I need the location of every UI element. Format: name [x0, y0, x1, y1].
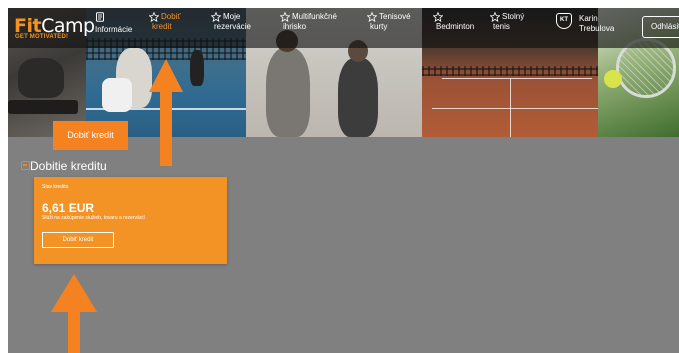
- nav-label-line2: kurty: [370, 22, 388, 31]
- credit-balance-card: Stav kreditu 6,61 EUR Slúži na zakúpenie…: [34, 177, 227, 264]
- nav-item-tenisove-kurty[interactable]: Tenisové kurty: [367, 12, 411, 31]
- hero-top-up-button[interactable]: Dobiť kredit: [53, 121, 128, 150]
- nav-item-moje-rezervacie[interactable]: Moje rezervácie: [211, 12, 251, 31]
- user-avatar-icon[interactable]: KT: [556, 13, 572, 29]
- star-icon: [433, 12, 443, 22]
- user-first-name: Karin: [579, 14, 598, 23]
- logout-button[interactable]: Odhlásiť: [642, 16, 679, 38]
- credit-description: Slúži na zakúpenie služieb, tovaru a rez…: [42, 215, 145, 221]
- star-icon: [280, 12, 290, 22]
- credit-label: Stav kreditu: [42, 184, 69, 190]
- nav-label-line1: Stolný: [502, 12, 525, 21]
- nav-label-line2: tenis: [493, 22, 510, 31]
- nav-label: Informácie: [95, 25, 133, 34]
- credit-amount: 6,61 EUR: [42, 201, 95, 215]
- page-title: Dobitie kreditu: [30, 159, 107, 173]
- nav-item-informacie[interactable]: Informácie: [95, 12, 132, 34]
- annotation-arrow-shaft-bottom: [68, 310, 80, 353]
- wallet-icon: [21, 161, 30, 170]
- annotation-arrow-up-bottom-icon: [51, 274, 97, 312]
- star-icon: [367, 12, 377, 22]
- app-window: FitCamp GET MOTIVATED! Informácie Dobiť …: [8, 8, 679, 353]
- nav-label-line1: Multifunkčné: [292, 12, 337, 21]
- nav-label-line2: ihrisko: [283, 22, 307, 31]
- nav-label-line2: rezervácie: [214, 22, 251, 31]
- nav-label-line1: Tenisové: [379, 12, 411, 21]
- nav-label-line1: Dobiť: [161, 12, 181, 21]
- annotation-arrow-shaft: [160, 91, 172, 166]
- star-icon: [149, 12, 159, 22]
- info-card-icon: [96, 12, 104, 22]
- star-icon: [211, 12, 221, 22]
- nav-label-line2: kredit: [152, 22, 172, 31]
- top-navigation-bar: FitCamp GET MOTIVATED! Informácie Dobiť …: [8, 8, 679, 48]
- user-name[interactable]: Karin Trebulova: [579, 14, 614, 34]
- nav-item-bedminton[interactable]: Bedminton: [433, 12, 474, 31]
- nav-item-stolny-tenis[interactable]: Stolný tenis: [490, 12, 524, 31]
- star-icon: [490, 12, 500, 22]
- nav-label-line2: Bedminton: [436, 22, 475, 31]
- hero-banner: FitCamp GET MOTIVATED! Informácie Dobiť …: [8, 8, 679, 137]
- nav-label-line1: Moje: [223, 12, 241, 21]
- fitcamp-logo[interactable]: FitCamp GET MOTIVATED!: [14, 15, 95, 41]
- nav-item-dobit-kredit[interactable]: Dobiť kredit: [149, 12, 180, 31]
- annotation-arrow-up-icon: [149, 59, 183, 92]
- top-up-credit-button[interactable]: Dobiť kredit: [42, 232, 114, 248]
- brand-tagline: GET MOTIVATED!: [15, 34, 69, 40]
- user-last-name: Trebulova: [579, 24, 615, 33]
- nav-item-multifunkcne-ihrisko[interactable]: Multifunkčné ihrisko: [280, 12, 337, 31]
